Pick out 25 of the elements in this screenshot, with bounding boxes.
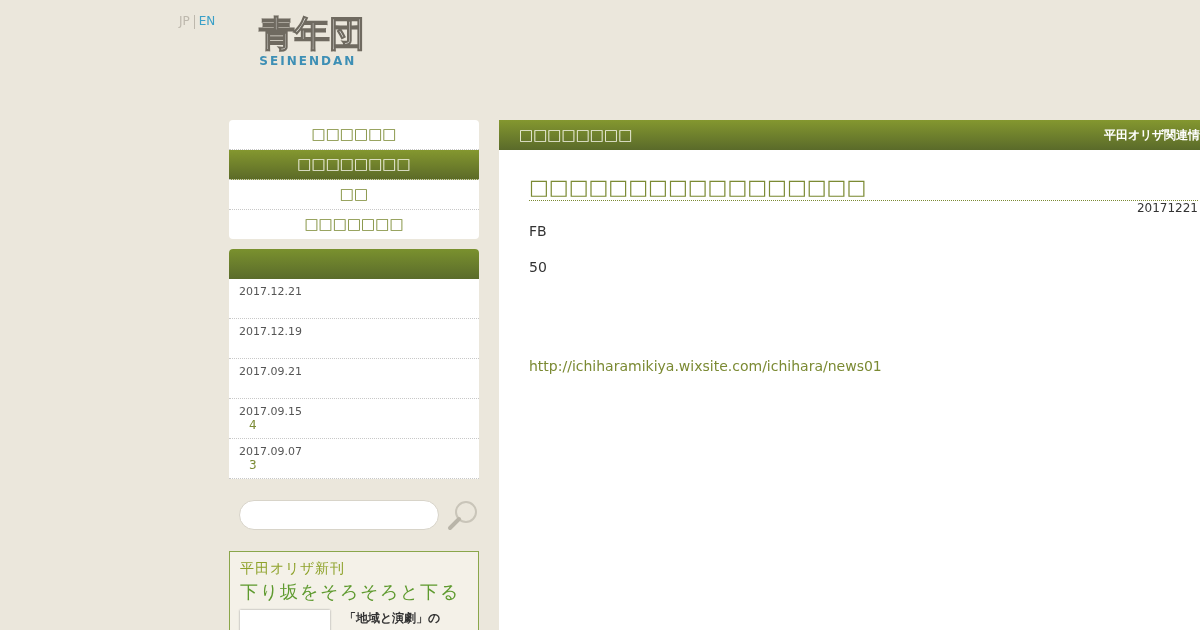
banner-caption: 「地域と演劇」の — [344, 610, 440, 627]
nav-item[interactable]: □□ — [229, 180, 479, 210]
banner-title: 下り坂をそろそろと下る — [240, 580, 461, 604]
book-banner[interactable]: 平田オリザ新刊 下り坂をそろそろと下る 「地域と演劇」の — [229, 551, 479, 630]
post-date: 2017.09.07 — [239, 445, 303, 458]
search-icon[interactable] — [447, 499, 479, 531]
paragraph: 50 — [529, 259, 548, 276]
paragraph: FB — [529, 223, 548, 240]
banner-kicker: 平田オリザ新刊 — [240, 560, 346, 578]
nav-item[interactable]: □□□□□□□□ — [229, 150, 479, 180]
nav-item[interactable]: □□□□□□□ — [229, 210, 479, 239]
panel-title: □□□□□□□□ — [519, 126, 633, 144]
post-date: 2017.09.15 — [239, 405, 303, 418]
search-field[interactable] — [239, 500, 439, 530]
category-link[interactable]: 平田オリザ関連情 — [1104, 126, 1200, 144]
article-date: 20171221 — [1135, 201, 1198, 215]
post-date: 2017.12.21 — [239, 285, 303, 298]
post-date: 2017.12.19 — [239, 325, 303, 338]
post-link[interactable]: 4 — [239, 418, 469, 433]
article-title[interactable]: □□□□□□□□□□□□□□□□□ — [529, 174, 1198, 201]
post-date: 2017.09.21 — [239, 365, 303, 378]
post-link[interactable]: 3 — [239, 458, 469, 473]
article-link[interactable]: http://ichiharamikiya.wixsite.com/ichihara/news01 — [529, 358, 882, 374]
language-link[interactable]: EN — [198, 14, 216, 28]
logo[interactable]: 青年団 SEINENDAN — [259, 14, 365, 68]
